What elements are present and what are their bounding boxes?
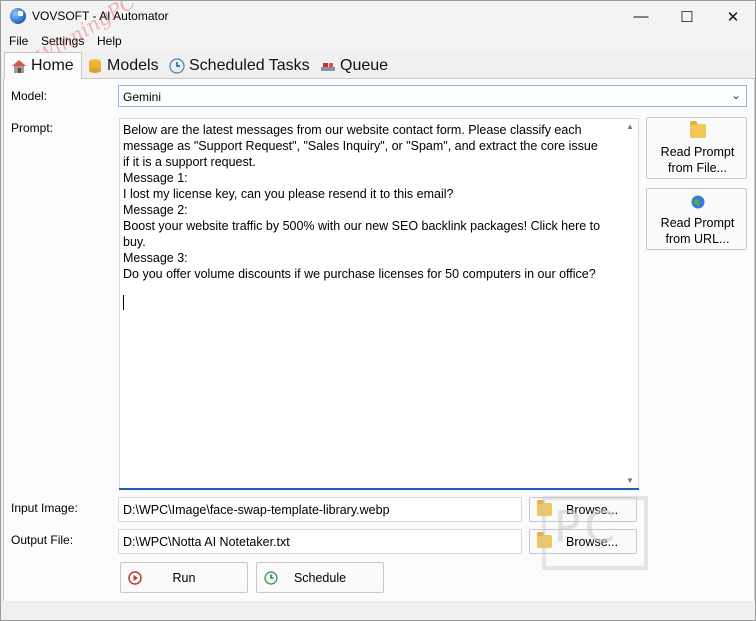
close-button[interactable]: ✕ [710,1,755,32]
prompt-line: Do you offer volume discounts if we purc… [123,267,596,281]
prompt-focus-underline [119,488,639,490]
folder-open-icon [690,121,706,138]
prompt-line: buy. [123,235,146,249]
globe-icon [690,195,706,209]
output-file-field[interactable]: D:\WPC\Notta AI Notetaker.txt [118,529,522,554]
maximize-button[interactable]: ☐ [664,1,710,32]
scroll-up-icon[interactable]: ▲ [623,120,637,134]
app-window: VOVSOFT - AI Automator — ☐ ✕ File Settin… [0,0,756,621]
prompt-textarea[interactable]: Below are the latest messages from our w… [119,118,639,490]
tab-scheduled-tasks-label: Scheduled Tasks [189,57,310,74]
watermark-logo-text: PC [554,502,620,553]
menu-bar: File Settings Help [1,32,755,51]
model-label: Model: [11,89,48,103]
minimize-button[interactable]: — [618,1,664,32]
model-select-value: Gemini [123,90,162,104]
schedule-button-label: Schedule [293,571,347,585]
prompt-label: Prompt: [11,121,54,135]
schedule-button[interactable]: Schedule [256,562,384,593]
run-button[interactable]: Run [120,562,248,593]
read-prompt-from-file-button[interactable]: Read Prompt from File... [646,117,747,179]
prompt-line: if it is a support request. [123,155,256,169]
status-bar [1,601,755,620]
run-button-label: Run [172,571,196,585]
input-image-field[interactable]: D:\WPC\Image\face-swap-template-library.… [118,497,522,522]
model-select[interactable]: Gemini ⌄ [118,85,747,107]
prompt-line: Below are the latest messages from our w… [123,123,582,137]
prompt-line: Message 1: [123,171,188,185]
menu-help[interactable]: Help [97,34,122,48]
menu-file[interactable]: File [9,34,28,48]
prompt-scrollbar[interactable]: ▲ ▼ [623,120,637,488]
prompt-line: I lost my license key, can you please re… [123,187,454,201]
tab-scheduled-tasks[interactable]: Scheduled Tasks [163,54,310,78]
input-image-label: Input Image: [11,501,78,515]
read-prompt-from-url-button[interactable]: Read Prompt from URL... [646,188,747,250]
tab-queue[interactable]: Queue [314,54,388,78]
queue-icon [320,58,336,74]
prompt-line: Message 3: [123,251,188,265]
app-logo-icon [10,8,26,24]
home-icon [11,58,27,74]
chevron-down-icon: ⌄ [730,88,741,102]
watermark-logo: PC [542,496,648,570]
tab-home-label: Home [31,57,74,74]
read-prompt-from-url-label: Read Prompt from URL... [660,216,735,246]
output-file-value: D:\WPC\Notta AI Notetaker.txt [123,535,290,549]
tab-models[interactable]: Models [81,54,159,78]
tab-bar: Home Models Scheduled Tasks Queue [1,52,755,79]
clock-icon [169,58,185,74]
text-caret [123,295,124,310]
tab-models-label: Models [107,57,159,74]
scroll-down-icon[interactable]: ▼ [623,474,637,488]
input-image-value: D:\WPC\Image\face-swap-template-library.… [123,503,390,517]
tab-queue-label: Queue [340,57,389,74]
database-icon [87,58,103,74]
tab-home[interactable]: Home [4,52,82,79]
output-file-label: Output File: [11,533,74,547]
read-prompt-from-file-label: Read Prompt from File... [660,145,735,175]
prompt-line: message as "Support Request", "Sales Inq… [123,139,598,153]
prompt-line: Boost your website traffic by 500% with … [123,219,601,233]
prompt-line: Message 2: [123,203,188,217]
